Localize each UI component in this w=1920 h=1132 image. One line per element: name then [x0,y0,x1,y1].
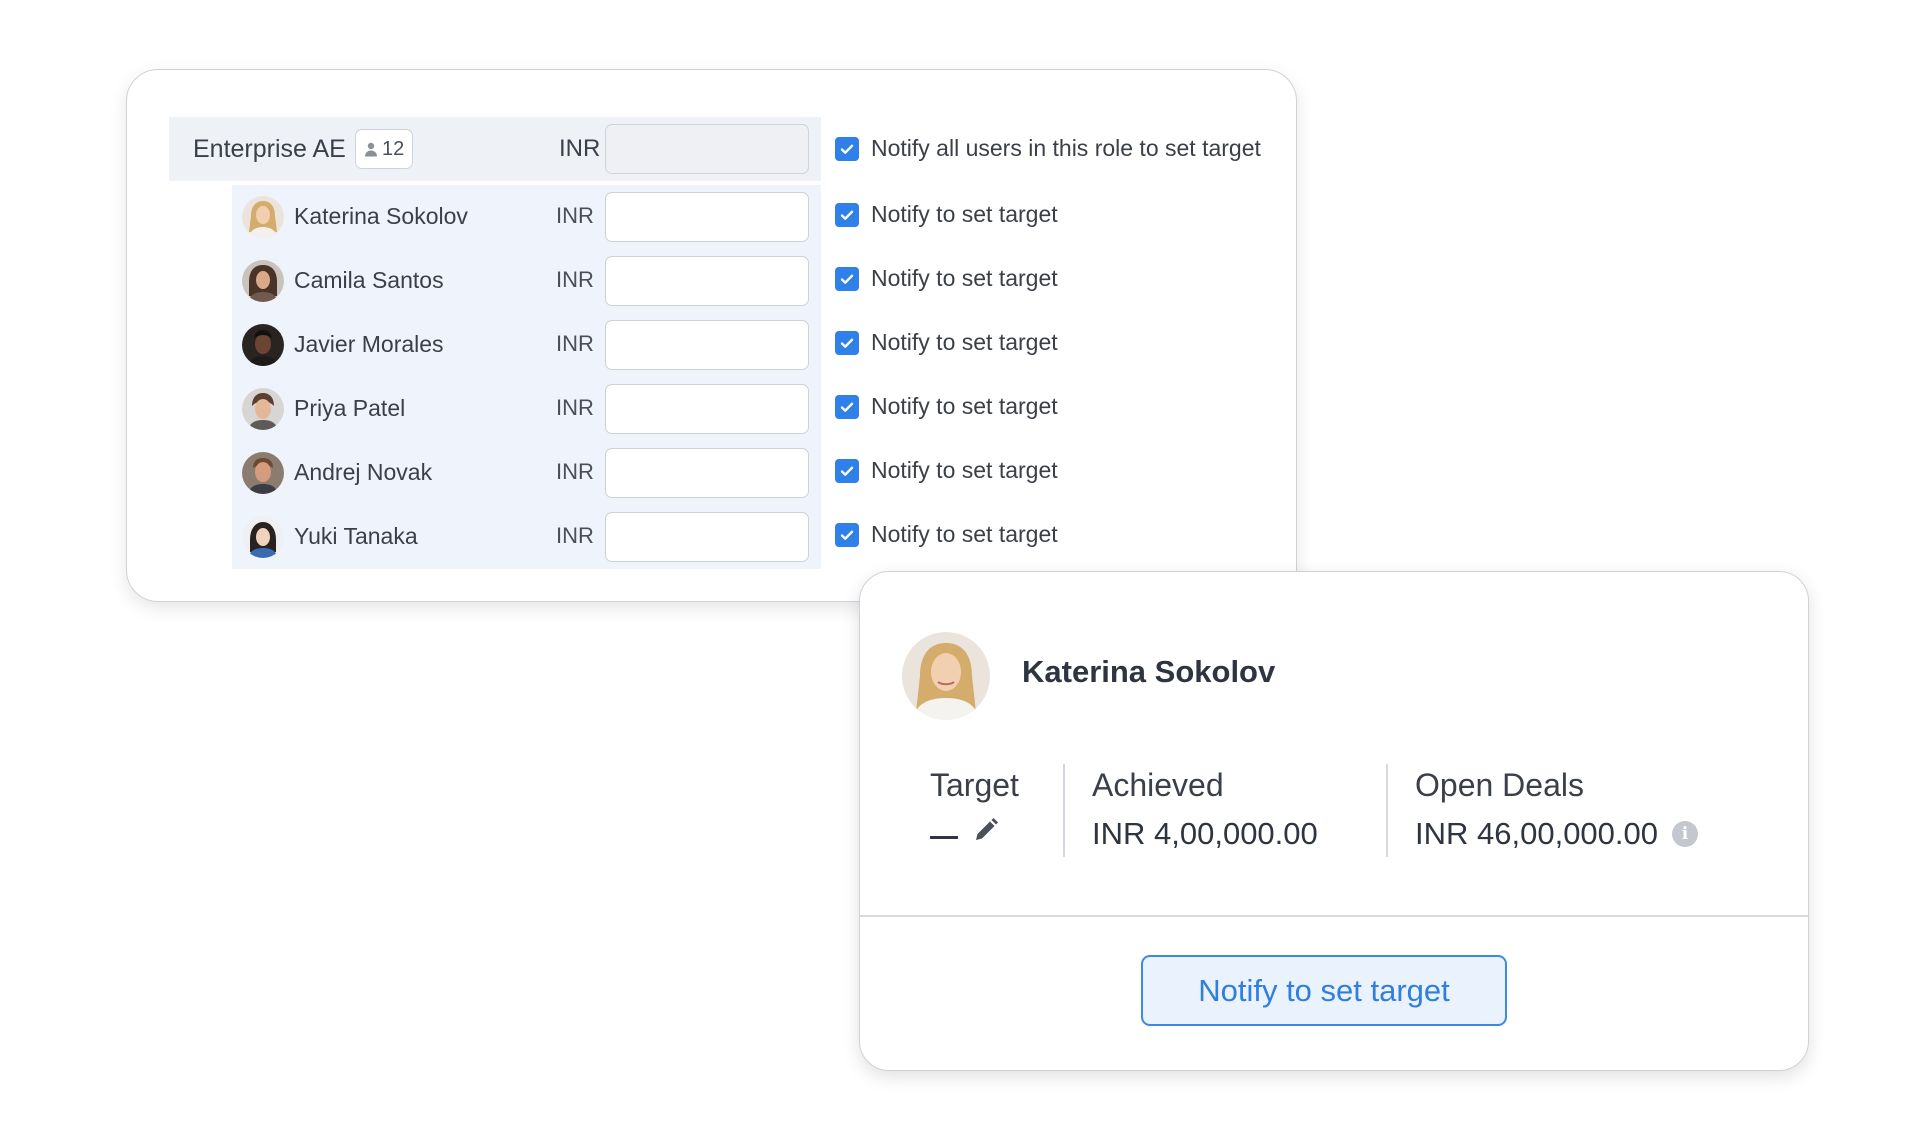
achieved-label: Achieved [1092,767,1224,803]
checkmark-icon [840,210,854,220]
pencil-icon[interactable] [972,816,1000,844]
user-row-javier-morales: Javier Morales INR [232,313,821,377]
checkmark-icon [840,144,854,154]
checkbox-checked[interactable] [835,202,859,227]
user-name: Yuki Tanaka [294,523,418,549]
achieved-stat: Achieved INR 4,00,000.00 [1092,767,1318,852]
info-icon[interactable]: i [1672,821,1699,847]
user-currency: INR [556,331,594,356]
checkmark-icon [840,402,854,412]
stat-divider [1063,764,1065,857]
notify-label: Notify to set target [871,265,1058,291]
user-currency: INR [556,203,594,228]
avatar [242,452,284,494]
open-deals-stat: Open Deals INR 46,00,000.00 i [1415,767,1699,852]
notify-checkbox-priya-patel[interactable]: Notify to set target [835,393,1058,420]
user-row-katerina-sokolov: Katerina Sokolov INR [232,185,821,249]
avatar [242,324,284,366]
notify-checkbox-javier-morales[interactable]: Notify to set target [835,329,1058,356]
notify-label: Notify to set target [871,393,1058,419]
checkmark-icon [840,338,854,348]
avatar [242,260,284,302]
notify-label: Notify to set target [871,329,1058,355]
role-row: Enterprise AE 12 INR [169,117,821,181]
notify-to-set-target-button[interactable]: Notify to set target [1141,955,1507,1026]
user-name: Katerina Sokolov [294,203,468,229]
notify-label: Notify to set target [871,201,1058,227]
avatar [242,516,284,558]
checkbox-checked[interactable] [835,522,859,547]
notify-all-checkbox[interactable]: Notify all users in this role to set tar… [835,135,1261,162]
user-row-priya-patel: Priya Patel INR [232,377,821,441]
role-name: Enterprise AE [193,134,346,163]
member-count: 12 [382,137,405,160]
checkmark-icon [840,466,854,476]
open-deals-value: INR 46,00,000.00 [1415,816,1659,851]
notify-label: Notify to set target [871,457,1058,483]
user-target-input[interactable] [605,512,809,562]
notify-checkbox-katerina-sokolov[interactable]: Notify to set target [835,201,1058,228]
user-name: Camila Santos [294,267,444,293]
user-target-input[interactable] [605,192,809,242]
user-currency: INR [556,395,594,420]
user-target-detail-card: Katerina Sokolov Target Achieved INR 4,0… [859,571,1809,1071]
checkbox-checked[interactable] [835,136,859,161]
role-target-input[interactable] [605,124,809,174]
user-target-input[interactable] [605,320,809,370]
user-target-input[interactable] [605,448,809,498]
user-target-input[interactable] [605,384,809,434]
notify-checkbox-yuki-tanaka[interactable]: Notify to set target [835,521,1058,548]
open-deals-label: Open Deals [1415,767,1584,803]
user-currency: INR [556,459,594,484]
user-currency: INR [556,523,594,548]
target-stat: Target [930,767,1019,844]
checkbox-checked[interactable] [835,458,859,483]
user-row-camila-santos: Camila Santos INR [232,249,821,313]
empty-value-dash [930,835,958,839]
user-target-input[interactable] [605,256,809,306]
notify-checkbox-camila-santos[interactable]: Notify to set target [835,265,1058,292]
user-name: Priya Patel [294,395,406,421]
avatar [242,196,284,238]
detail-user-name: Katerina Sokolov [1022,654,1276,689]
notify-all-label: Notify all users in this role to set tar… [871,135,1261,161]
checkbox-checked[interactable] [835,266,859,291]
user-currency: INR [556,267,594,292]
card-divider [860,915,1808,917]
role-target-card: Enterprise AE 12 INR Notify all users in… [126,69,1297,602]
avatar [902,632,990,720]
user-icon [365,142,377,156]
checkmark-icon [840,530,854,540]
notify-label: Notify to set target [871,521,1058,547]
achieved-value: INR 4,00,000.00 [1092,816,1318,851]
member-count-badge: 12 [355,129,414,169]
checkmark-icon [840,274,854,284]
checkbox-checked[interactable] [835,330,859,355]
user-name: Javier Morales [294,331,444,357]
checkbox-checked[interactable] [835,394,859,419]
notify-checkbox-andrej-novak[interactable]: Notify to set target [835,457,1058,484]
target-label: Target [930,767,1019,803]
avatar [242,388,284,430]
user-name: Andrej Novak [294,459,433,485]
user-row-andrej-novak: Andrej Novak INR [232,441,821,505]
stat-divider [1386,764,1388,857]
role-currency: INR [559,135,601,162]
user-row-yuki-tanaka: Yuki Tanaka INR [232,505,821,569]
